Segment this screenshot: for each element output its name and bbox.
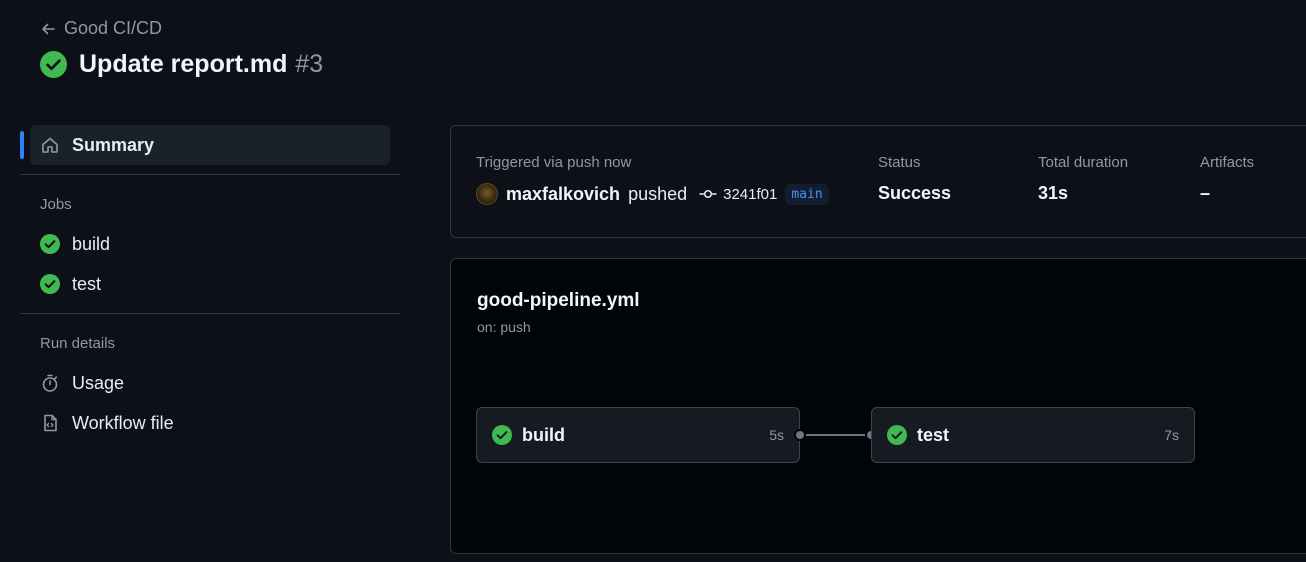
sidebar-item-usage[interactable]: Usage [20, 363, 400, 403]
sidebar-divider [20, 174, 400, 175]
job-node-build[interactable]: build 5s [476, 407, 800, 463]
job-duration: 5s [769, 427, 784, 443]
page-title: Update report.md #3 [79, 50, 323, 79]
status-value: Success [878, 183, 952, 203]
status-label: Status [878, 154, 921, 171]
workflow-file-name: good-pipeline.yml [477, 290, 640, 311]
run-title-row: Update report.md #3 [40, 50, 323, 79]
back-to-workflow-link[interactable]: Good CI/CD [40, 18, 162, 39]
artifacts-info: Artifacts – [1200, 154, 1254, 204]
sidebar-item-label: test [72, 273, 102, 294]
run-number: #3 [295, 50, 324, 78]
username-link[interactable]: maxfalkovich [506, 184, 620, 205]
job-node-test[interactable]: test 7s [871, 407, 1195, 463]
success-check-icon [492, 425, 512, 445]
trigger-label: Triggered via push now [476, 154, 632, 171]
commit-sha: 3241f01 [723, 185, 778, 203]
sidebar-item-job-test[interactable]: test [20, 264, 400, 304]
sidebar-item-label: Workflow file [72, 412, 174, 433]
success-check-icon [887, 425, 907, 445]
arrow-left-icon [42, 23, 55, 34]
run-details-heading: Run details [40, 334, 116, 352]
success-check-icon [40, 234, 60, 254]
job-duration: 7s [1164, 427, 1179, 443]
home-icon [42, 137, 58, 153]
run-title: Update report.md [79, 50, 288, 78]
status-info: Status Success [878, 154, 951, 204]
artifacts-value: – [1200, 183, 1211, 203]
run-sidebar: Summary Jobs build test Run details Usag… [20, 125, 400, 443]
stopwatch-icon [42, 374, 58, 392]
avatar[interactable] [476, 183, 498, 205]
workflow-graph-card: good-pipeline.yml on: push build 5s test… [450, 258, 1306, 554]
back-link-label: Good CI/CD [64, 18, 163, 38]
trigger-action: pushed [628, 183, 688, 204]
sidebar-item-label: Usage [72, 372, 125, 393]
sidebar-item-label: build [72, 233, 111, 254]
success-check-icon [40, 51, 67, 78]
sidebar-item-job-build[interactable]: build [20, 224, 400, 264]
trigger-info: Triggered via push now maxfalkovich push… [476, 154, 829, 205]
job-name: test [917, 424, 950, 445]
commit-link[interactable]: 3241f01 [699, 186, 777, 203]
sidebar-item-summary[interactable]: Summary [20, 125, 390, 165]
job-connector-line [801, 434, 871, 436]
duration-info: Total duration 31s [1038, 154, 1128, 204]
success-check-icon [40, 274, 60, 294]
sidebar-item-label: Summary [72, 134, 155, 155]
file-code-icon [44, 414, 57, 432]
duration-value: 31s [1038, 183, 1069, 203]
workflow-run-page: Good CI/CD Update report.md #3 Summary Jo… [0, 0, 1306, 562]
duration-label: Total duration [1038, 154, 1129, 171]
sidebar-divider [20, 313, 400, 314]
run-summary-card: Triggered via push now maxfalkovich push… [450, 125, 1306, 238]
job-name: build [522, 424, 565, 445]
workflow-trigger: on: push [477, 319, 531, 335]
git-commit-icon [699, 189, 717, 199]
trigger-details: maxfalkovich pushed 3241f01 main [476, 183, 829, 205]
artifacts-label: Artifacts [1200, 154, 1255, 171]
jobs-heading: Jobs [40, 195, 72, 213]
connector-dot-out [794, 429, 806, 441]
sidebar-item-workflow-file[interactable]: Workflow file [20, 403, 400, 443]
branch-badge[interactable]: main [785, 183, 829, 205]
